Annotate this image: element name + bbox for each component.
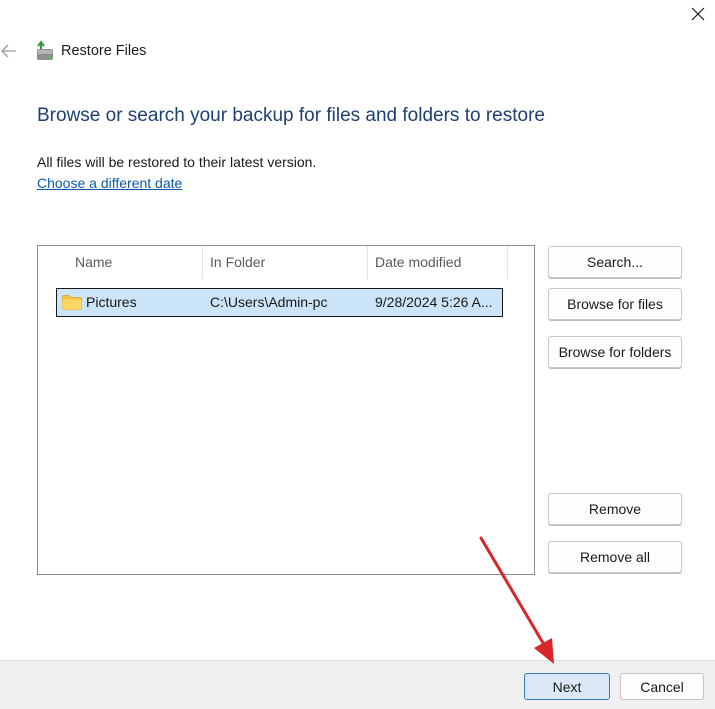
next-button[interactable]: Next	[524, 673, 610, 700]
page-heading: Browse or search your backup for files a…	[37, 105, 545, 126]
folder-icon	[62, 295, 82, 310]
close-icon	[691, 7, 705, 21]
list-header: Name In Folder Date modified	[38, 246, 534, 279]
remove-all-button[interactable]: Remove all	[548, 541, 682, 573]
browse-for-files-button[interactable]: Browse for files	[548, 288, 682, 320]
footer-bar: Next Cancel	[0, 660, 715, 709]
choose-different-date-link[interactable]: Choose a different date	[37, 175, 182, 191]
column-header-name[interactable]: Name	[68, 246, 203, 279]
column-header-in-folder[interactable]: In Folder	[203, 246, 368, 279]
cancel-button[interactable]: Cancel	[620, 673, 704, 700]
row-name: Pictures	[86, 294, 137, 310]
remove-button[interactable]: Remove	[548, 493, 682, 525]
back-button[interactable]	[0, 40, 18, 62]
row-date-modified: 9/28/2024 5:26 A...	[375, 294, 493, 310]
column-header-date-modified[interactable]: Date modified	[368, 246, 508, 279]
browse-for-folders-button[interactable]: Browse for folders	[548, 336, 682, 368]
search-button[interactable]: Search...	[548, 246, 682, 278]
row-folder: C:\Users\Admin-pc	[210, 294, 328, 310]
restore-version-text: All files will be restored to their late…	[37, 154, 317, 170]
table-row[interactable]: Pictures C:\Users\Admin-pc 9/28/2024 5:2…	[56, 288, 503, 317]
file-list[interactable]: Name In Folder Date modified Pictures C:…	[37, 245, 535, 575]
back-arrow-icon	[1, 44, 16, 58]
window-title: Restore Files	[61, 43, 147, 59]
restore-files-icon	[37, 40, 53, 60]
close-button[interactable]	[681, 0, 715, 28]
